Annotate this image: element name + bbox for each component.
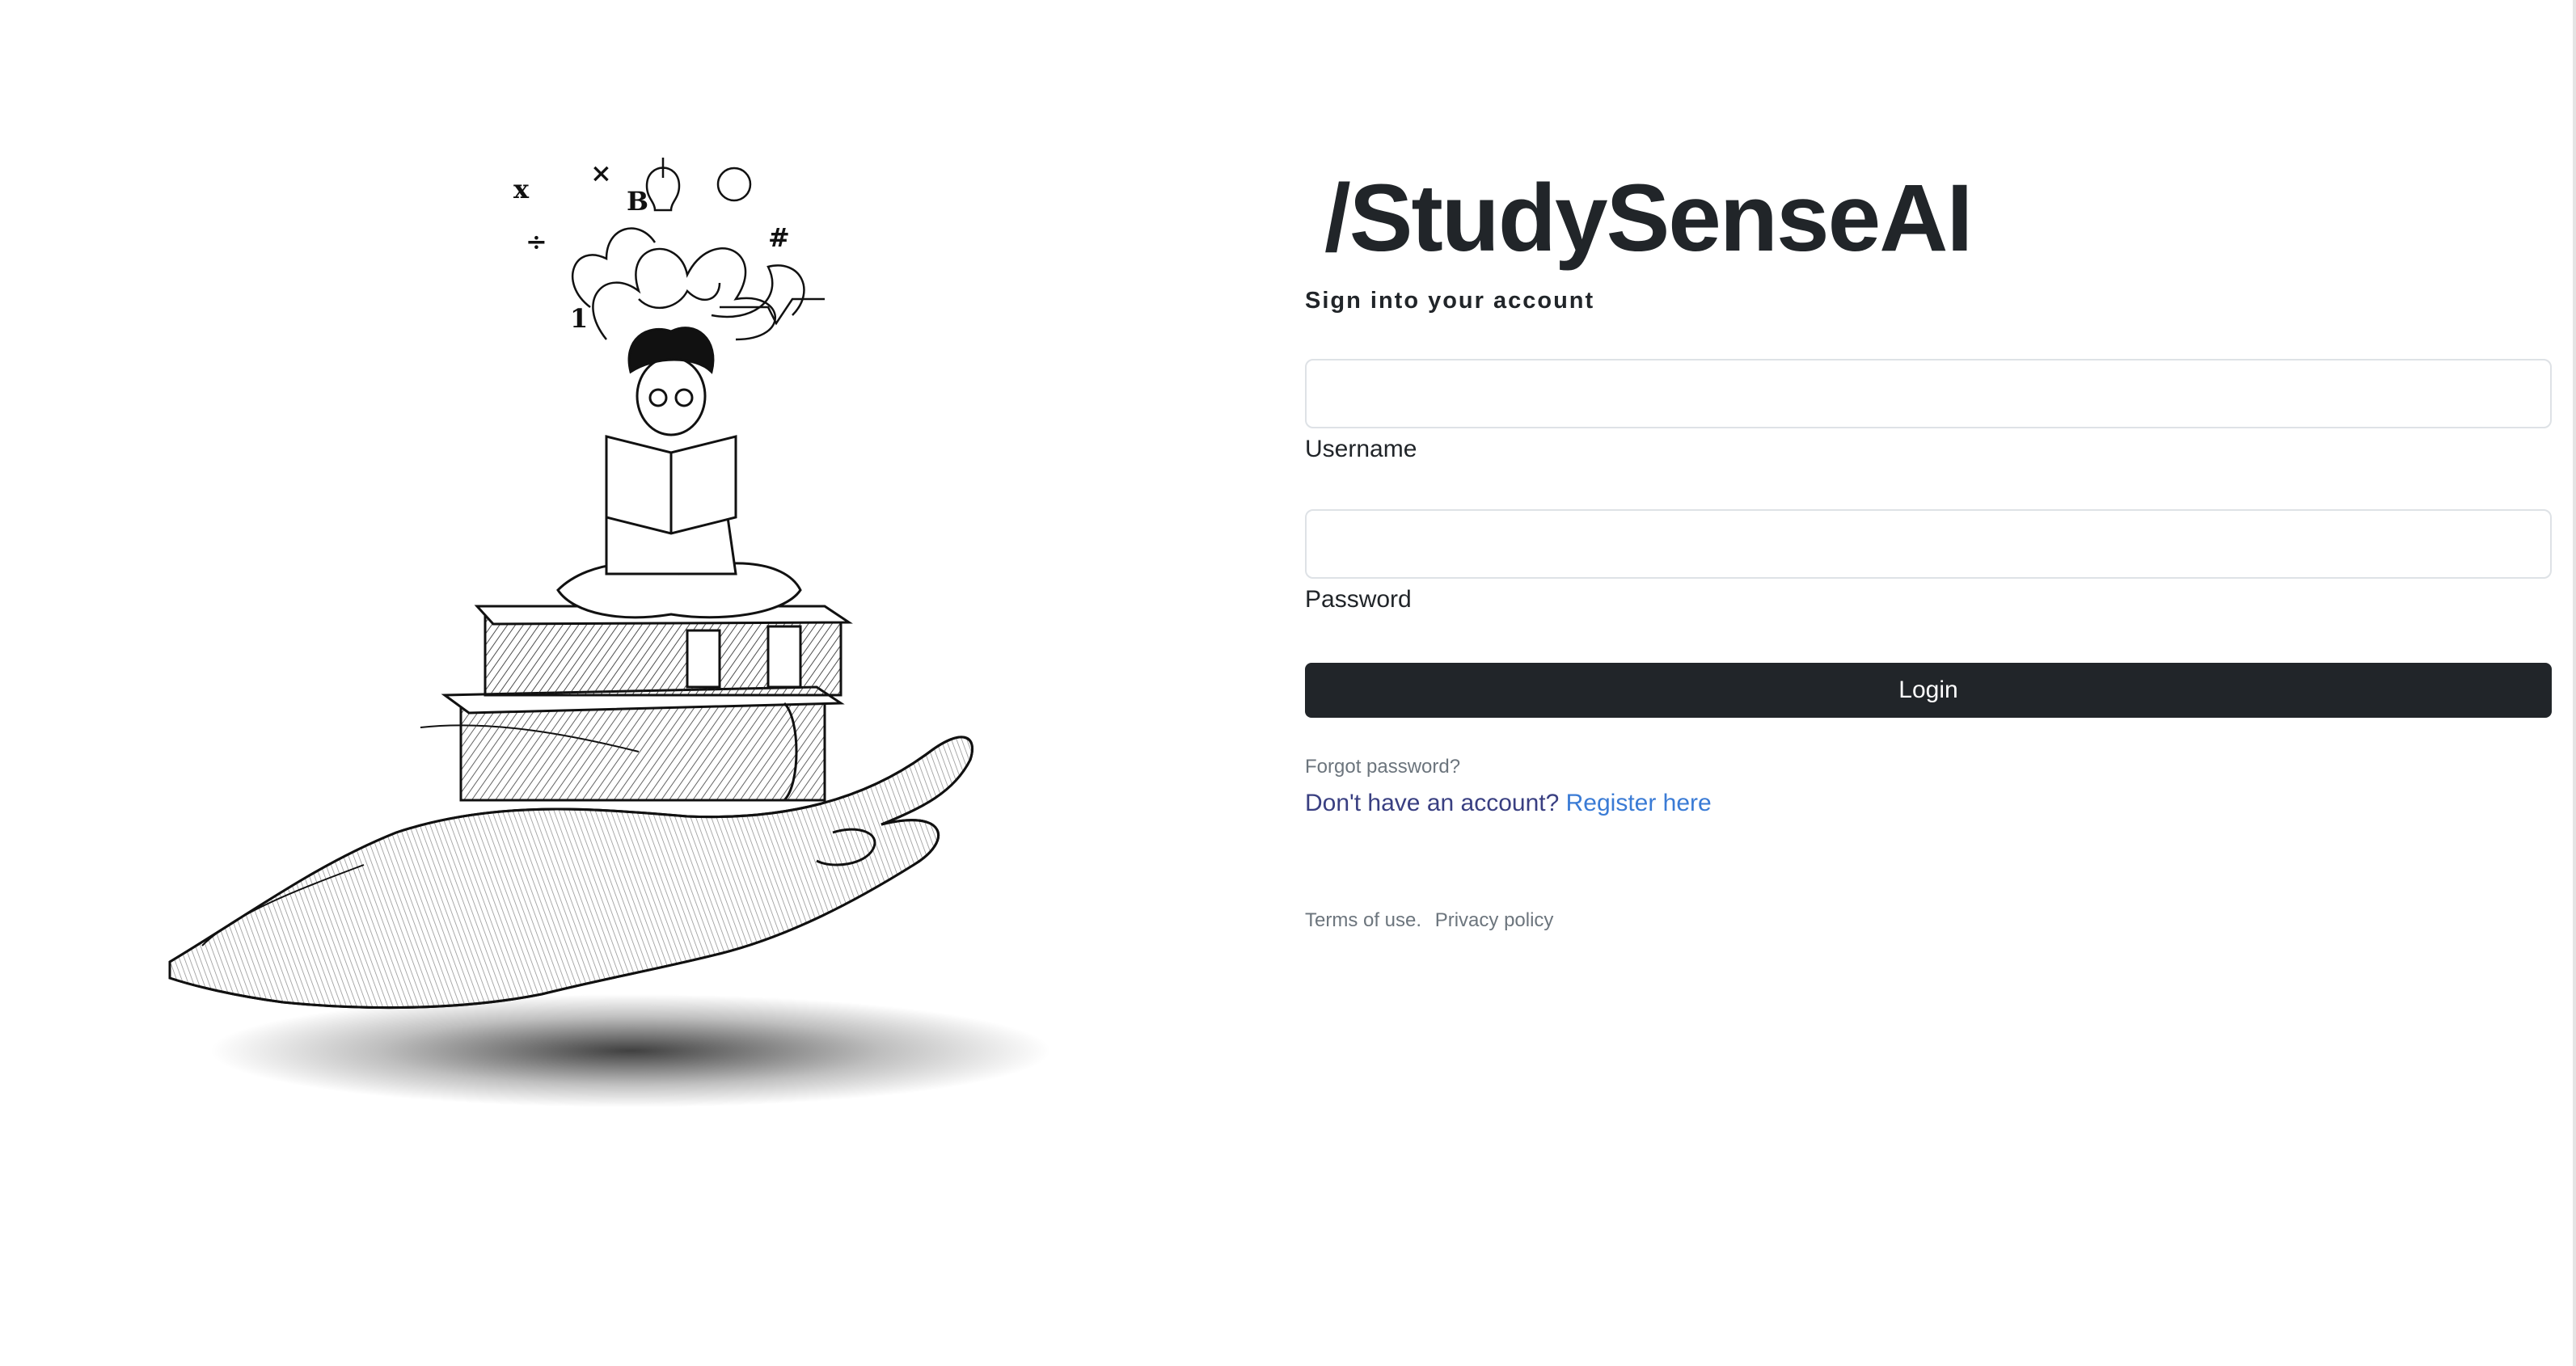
window-edge (2573, 0, 2576, 1366)
lower-book-drawing (441, 685, 845, 802)
upper-book-drawing (474, 605, 853, 697)
student-drawing (556, 327, 802, 619)
illustration-svg: x × B # 1 ÷ (168, 158, 1051, 1107)
student-hand-illustration: x × B # 1 ÷ (154, 137, 1108, 1140)
privacy-link[interactable]: Privacy policy (1435, 909, 1554, 931)
svg-text:×: × (590, 158, 612, 188)
login-subtitle: Sign into your account (1305, 288, 1595, 314)
register-prompt-text: Don't have an account? (1305, 790, 1560, 816)
svg-text:#: # (768, 222, 790, 253)
password-field-group: Password (1305, 509, 2552, 618)
forgot-password-link[interactable]: Forgot password? (1305, 753, 1460, 781)
svg-text:÷: ÷ (526, 226, 547, 257)
svg-text:1: 1 (570, 303, 588, 334)
username-label: Username (1305, 436, 1417, 462)
svg-text:B: B (627, 186, 648, 217)
login-panel: /StudySenseAI Sign into your account Use… (1305, 162, 2552, 934)
hand-shadow (210, 994, 1051, 1107)
svg-text:x: x (513, 174, 530, 204)
login-page: x × B # 1 ÷ /StudySenseAI Sign into your… (0, 0, 2576, 1366)
username-input[interactable] (1305, 359, 2552, 428)
terms-link[interactable]: Terms of use. (1305, 909, 1421, 931)
password-input[interactable] (1305, 509, 2552, 579)
legal-links: Terms of use. Privacy policy (1305, 907, 2552, 934)
login-button[interactable]: Login (1305, 663, 2552, 718)
password-label: Password (1305, 586, 1412, 613)
register-prompt: Don't have an account? Register here (1305, 786, 2552, 821)
username-field-group: Username (1305, 359, 2552, 467)
register-link[interactable]: Register here (1566, 790, 1712, 816)
brand-title: /StudySenseAI (1324, 165, 1973, 272)
